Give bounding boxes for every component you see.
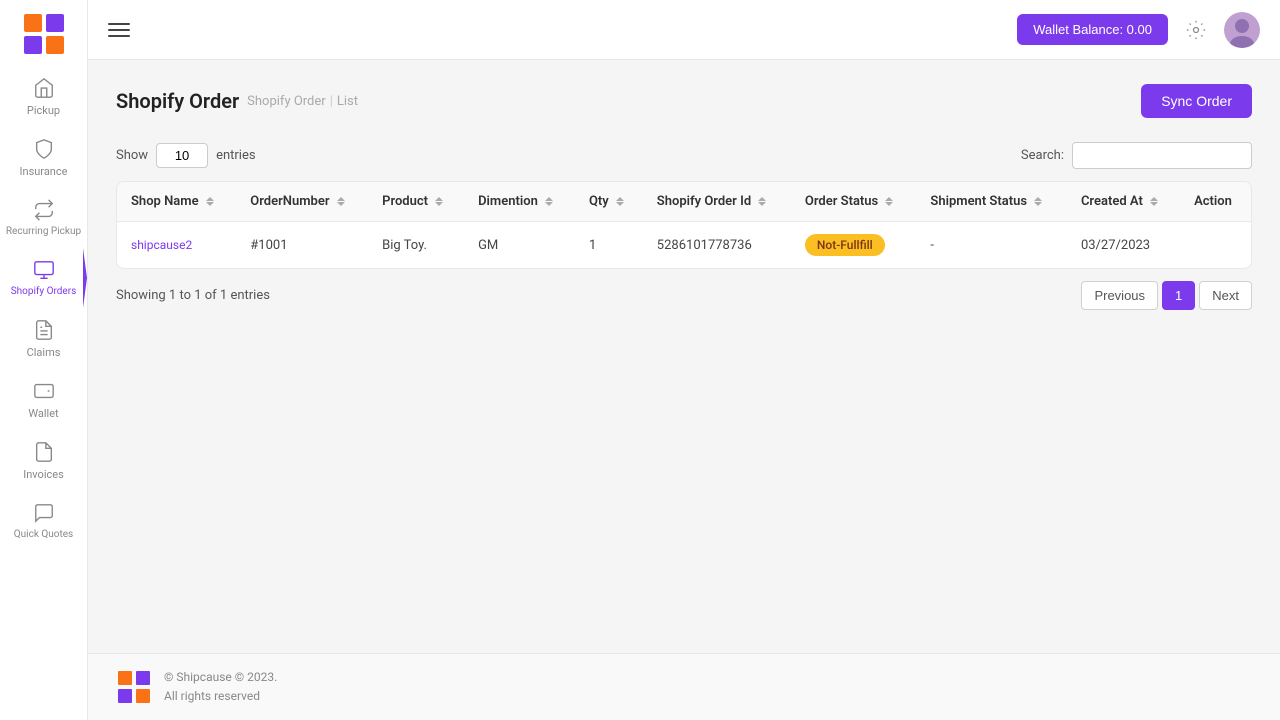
sort-order-status-icon [885, 197, 893, 206]
footer-copyright: © Shipcause © 2023. [164, 668, 277, 687]
settings-icon-button[interactable] [1180, 14, 1212, 46]
sidebar-item-shopify-orders[interactable]: Shopify Orders [0, 248, 87, 308]
sidebar-item-wallet[interactable]: Wallet [0, 369, 87, 430]
table-row: shipcause2 #1001 Big Toy. GM 1 528610177… [117, 222, 1251, 269]
cell-created-at: 03/27/2023 [1067, 222, 1180, 269]
invoices-icon [32, 440, 56, 464]
col-product[interactable]: Product [368, 182, 464, 222]
col-order-number[interactable]: OrderNumber [236, 182, 368, 222]
sort-shopify-order-id-icon [758, 197, 766, 206]
next-page-button[interactable]: Next [1199, 281, 1252, 310]
show-entries-control: Show 10 entries [116, 143, 256, 168]
breadcrumb-sep: | [330, 94, 333, 109]
col-dimention[interactable]: Dimention [464, 182, 575, 222]
sidebar-item-recurring-pickup[interactable]: Recurring Pickup [0, 188, 87, 248]
cell-order-number: #1001 [236, 222, 368, 269]
sort-order-number-icon [337, 197, 345, 206]
show-label: Show [116, 148, 148, 163]
sidebar-item-insurance[interactable]: Insurance [0, 127, 87, 188]
header-left [108, 23, 130, 37]
showing-text: Showing 1 to 1 of 1 entries [116, 288, 270, 303]
status-badge: Not-Fullfill [805, 234, 885, 256]
sidebar-item-quotes-label: Quick Quotes [14, 529, 73, 541]
sort-shop-name-icon [206, 197, 214, 206]
sidebar: Pickup Insurance Recurring Pickup Shopif… [0, 0, 88, 720]
header-right: Wallet Balance: 0.00 [1017, 12, 1260, 48]
col-shop-name[interactable]: Shop Name [117, 182, 236, 222]
insurance-icon [32, 137, 56, 161]
cell-order-status: Not-Fullfill [791, 222, 916, 269]
page-1-button[interactable]: 1 [1162, 281, 1195, 310]
breadcrumb-link[interactable]: Shopify Order [247, 94, 326, 109]
cell-dimention: GM [464, 222, 575, 269]
quotes-icon [32, 501, 56, 525]
entries-label: entries [216, 148, 256, 163]
sidebar-logo [20, 10, 68, 58]
table-controls: Show 10 entries Search: [116, 142, 1252, 169]
orders-table: Shop Name OrderNumber Product Dimen [117, 182, 1251, 268]
sync-order-button[interactable]: Sync Order [1141, 84, 1252, 118]
cell-qty: 1 [575, 222, 643, 269]
page-title: Shopify Order [116, 89, 239, 113]
cell-shop-name: shipcause2 [117, 222, 236, 269]
menu-toggle-button[interactable] [108, 23, 130, 37]
col-shopify-order-id[interactable]: Shopify Order Id [643, 182, 791, 222]
page-content: Shopify Order Shopify Order | List Sync … [88, 60, 1280, 653]
wallet-balance-button[interactable]: Wallet Balance: 0.00 [1017, 14, 1168, 45]
col-shipment-status[interactable]: Shipment Status [916, 182, 1067, 222]
cell-shipment-status: - [916, 222, 1067, 269]
header: Wallet Balance: 0.00 [88, 0, 1280, 60]
breadcrumb-current: List [337, 94, 358, 109]
shopify-icon [32, 258, 56, 282]
main-area: Wallet Balance: 0.00 Shopify Order [88, 0, 1280, 720]
user-avatar[interactable] [1224, 12, 1260, 48]
claims-icon [32, 318, 56, 342]
wallet-icon [32, 379, 56, 403]
sort-qty-icon [616, 197, 624, 206]
previous-page-button[interactable]: Previous [1081, 281, 1158, 310]
sort-shipment-status-icon [1034, 197, 1042, 206]
col-order-status[interactable]: Order Status [791, 182, 916, 222]
sidebar-item-wallet-label: Wallet [28, 407, 58, 420]
sidebar-item-invoices-label: Invoices [23, 468, 64, 481]
orders-table-container: Shop Name OrderNumber Product Dimen [116, 181, 1252, 269]
footer-rights: All rights reserved [164, 687, 277, 706]
sidebar-item-invoices[interactable]: Invoices [0, 430, 87, 491]
search-input[interactable] [1072, 142, 1252, 169]
breadcrumb: Shopify Order | List [247, 94, 358, 109]
sidebar-item-quick-quotes[interactable]: Quick Quotes [0, 491, 87, 551]
pickup-icon [32, 76, 56, 100]
search-label: Search: [1021, 148, 1064, 163]
pagination: Previous 1 Next [1081, 281, 1252, 310]
footer-text: © Shipcause © 2023. All rights reserved [164, 668, 277, 706]
search-area: Search: [1021, 142, 1252, 169]
col-qty[interactable]: Qty [575, 182, 643, 222]
page-header: Shopify Order Shopify Order | List Sync … [116, 84, 1252, 118]
cell-product: Big Toy. [368, 222, 464, 269]
sidebar-item-claims[interactable]: Claims [0, 308, 87, 369]
table-body: shipcause2 #1001 Big Toy. GM 1 528610177… [117, 222, 1251, 269]
sidebar-item-recurring-label: Recurring Pickup [6, 226, 81, 238]
table-header-row: Shop Name OrderNumber Product Dimen [117, 182, 1251, 222]
sidebar-item-insurance-label: Insurance [20, 165, 68, 178]
sort-product-icon [435, 197, 443, 206]
show-entries-input[interactable]: 10 [156, 143, 208, 168]
col-created-at[interactable]: Created At [1067, 182, 1180, 222]
page-title-area: Shopify Order Shopify Order | List [116, 89, 358, 113]
cell-shopify-order-id: 5286101778736 [643, 222, 791, 269]
recurring-icon [32, 198, 56, 222]
cell-action [1180, 222, 1251, 269]
sidebar-item-shopify-label: Shopify Orders [11, 286, 77, 298]
pagination-area: Showing 1 to 1 of 1 entries Previous 1 N… [116, 281, 1252, 310]
sidebar-item-pickup[interactable]: Pickup [0, 66, 87, 127]
sidebar-item-pickup-label: Pickup [27, 104, 60, 117]
sort-created-at-icon [1150, 197, 1158, 206]
footer: © Shipcause © 2023. All rights reserved [88, 653, 1280, 720]
footer-logo [116, 669, 152, 705]
sort-dimention-icon [545, 197, 553, 206]
sidebar-item-claims-label: Claims [27, 346, 61, 359]
col-action: Action [1180, 182, 1251, 222]
